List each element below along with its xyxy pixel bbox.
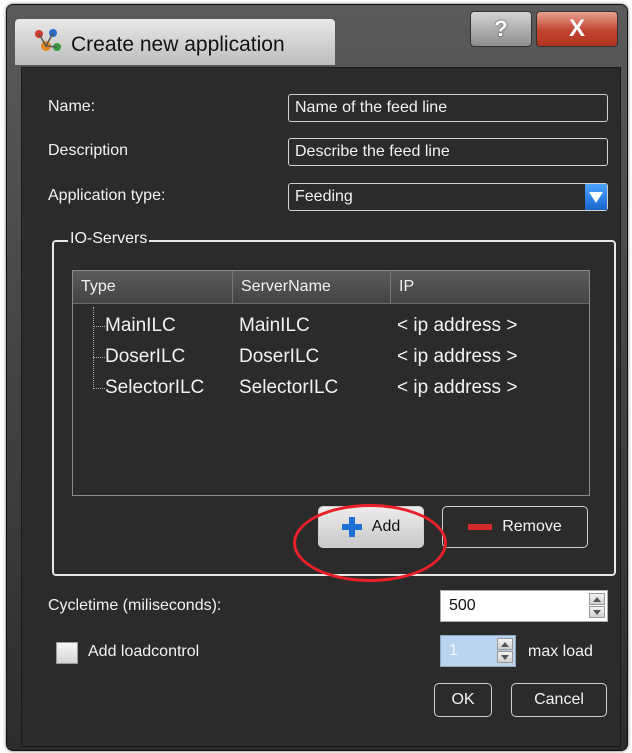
remove-button[interactable]: Remove <box>442 506 588 548</box>
window-title: Create new application <box>71 33 285 56</box>
tree-branch <box>93 326 105 327</box>
table-row[interactable]: MainILC MainILC < ip address > <box>73 311 589 341</box>
row-ip: < ip address > <box>397 377 518 398</box>
row-server-name: DoserILC <box>239 346 320 367</box>
application-type-select[interactable]: Feeding <box>288 183 608 211</box>
io-servers-table[interactable]: Type ServerName IP MainILC MainILC < ip … <box>72 270 590 496</box>
description-label: Description <box>48 142 129 159</box>
max-load-label: max load <box>528 643 593 660</box>
arrow-up-icon[interactable] <box>497 638 513 650</box>
arrow-up-icon[interactable] <box>589 593 605 605</box>
tree-branch <box>93 388 105 389</box>
loadcontrol-label: Add loadcontrol <box>88 643 200 660</box>
cancel-button[interactable]: Cancel <box>511 683 607 717</box>
ok-button[interactable]: OK <box>434 683 492 717</box>
row-server-name: SelectorILC <box>239 377 339 398</box>
tree-branch <box>93 357 105 358</box>
name-label: Name: <box>48 98 96 115</box>
help-button[interactable]: ? <box>470 11 532 47</box>
column-header-servername[interactable]: ServerName <box>233 271 391 303</box>
app-icon <box>35 29 61 51</box>
cycletime-value: 500 <box>449 597 476 614</box>
max-load-spinbox[interactable]: 1 <box>440 635 516 667</box>
dialog-body: Name: Name of the feed line Description … <box>21 67 621 747</box>
title-bar: Create new application ? X <box>7 5 627 71</box>
minus-icon <box>468 524 493 530</box>
cycletime-label: Cycletime (miliseconds): <box>48 597 222 614</box>
table-header: Type ServerName IP <box>73 271 589 304</box>
application-type-value: Feeding <box>295 188 353 205</box>
dialog-window: Create new application ? X Name: Name of… <box>6 4 628 751</box>
row-ip: < ip address > <box>397 315 518 336</box>
cycletime-stepper[interactable] <box>589 593 605 619</box>
table-row[interactable]: DoserILC DoserILC < ip address > <box>73 342 589 372</box>
highlight-circle <box>293 504 447 582</box>
row-server-name: MainILC <box>239 315 310 336</box>
io-servers-title: IO-Servers <box>68 230 150 248</box>
application-type-label: Application type: <box>48 187 166 204</box>
table-row[interactable]: SelectorILC SelectorILC < ip address > <box>73 373 589 403</box>
close-button[interactable]: X <box>536 11 618 47</box>
row-type: MainILC <box>105 315 176 336</box>
cycletime-spinbox[interactable]: 500 <box>440 590 608 622</box>
row-type: DoserILC <box>105 346 186 367</box>
column-header-ip[interactable]: IP <box>391 271 589 303</box>
row-ip: < ip address > <box>397 346 518 367</box>
row-type: SelectorILC <box>105 377 205 398</box>
chevron-down-icon[interactable] <box>585 184 607 210</box>
arrow-down-icon[interactable] <box>497 651 513 663</box>
column-header-type[interactable]: Type <box>73 271 233 303</box>
description-input[interactable]: Describe the feed line <box>288 138 608 166</box>
name-input[interactable]: Name of the feed line <box>288 94 608 122</box>
remove-label: Remove <box>502 518 562 535</box>
loadcontrol-checkbox[interactable] <box>56 642 78 664</box>
max-load-stepper[interactable] <box>497 638 513 664</box>
max-load-value: 1 <box>449 642 458 659</box>
arrow-down-icon[interactable] <box>589 606 605 618</box>
